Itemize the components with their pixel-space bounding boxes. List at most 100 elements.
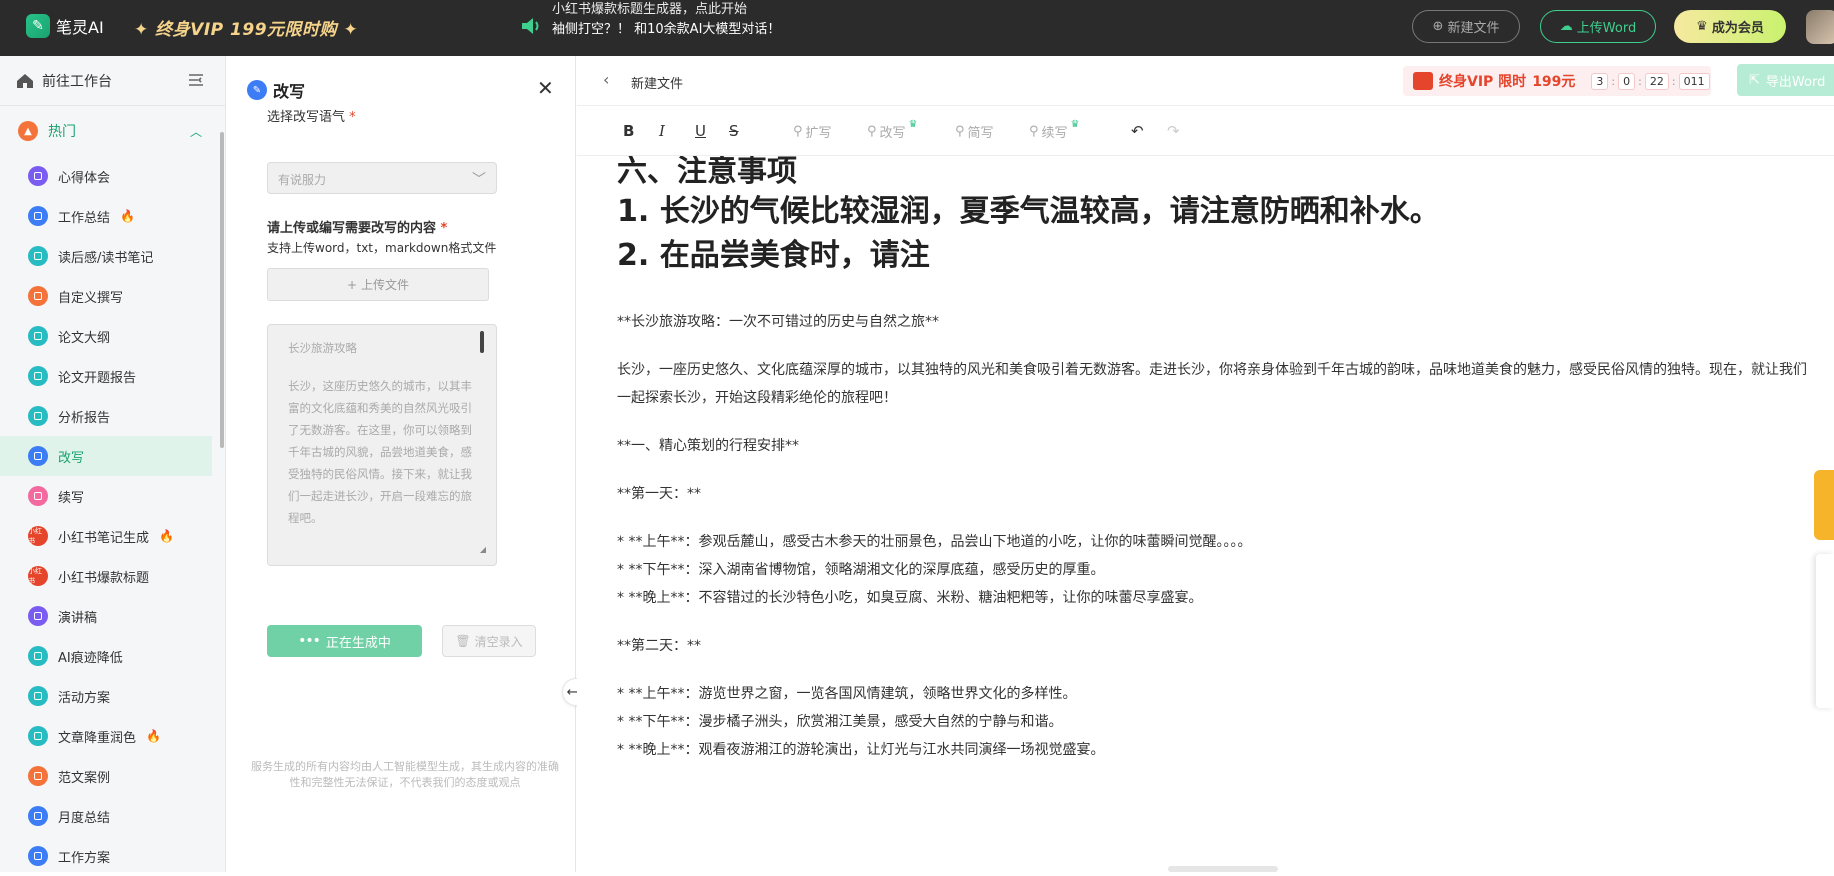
avatar[interactable]	[1806, 10, 1834, 44]
generating-label: 正在生成中	[325, 635, 391, 651]
horizontal-scrollbar[interactable]	[1168, 866, 1278, 872]
category-hot[interactable]: ▲ 热门 ︿	[0, 106, 225, 156]
paragraph: * **下午**：深入湖南省博物馆，领略湖湘文化的深厚底蕴，感受历史的厚重。	[617, 562, 1105, 578]
sidebar-item[interactable]: 续写	[0, 476, 225, 516]
export-word-label: 导出Word	[1765, 74, 1826, 90]
home-icon	[17, 73, 33, 88]
announcement-line-2: 袖侧打空？！ 和10余款AI大模型对话！	[552, 22, 781, 37]
back-icon[interactable]: ‹	[603, 70, 609, 89]
underline-button[interactable]: U	[695, 122, 706, 140]
paragraph: **第一天：**	[617, 486, 701, 502]
tool-icon	[28, 166, 48, 186]
paragraph: * **晚上**：不容错过的长沙特色小吃，如臭豆腐、米粉、糖油粑粑等，让你的味蕾…	[617, 590, 1203, 606]
editor-toolbar: B I U S ⚲ 扩写 ⚲ 改写 ♛ ⚲ 简写 ⚲ 续写 ♛ ↶ ↷	[577, 106, 1834, 156]
sidebar-item-label: 论文大纲	[58, 330, 111, 346]
upload-file-label: 上传文件	[361, 278, 410, 292]
strikethrough-button[interactable]: S	[729, 122, 739, 140]
upload-word-button[interactable]: ☁ 上传Word	[1540, 10, 1656, 43]
new-file-button[interactable]: ⊕ 新建文件	[1412, 10, 1520, 43]
new-file-label: 新建文件	[1447, 21, 1500, 36]
sidebar-item[interactable]: 小红书 小红书笔记生成 🔥	[0, 516, 225, 556]
content-textarea[interactable]: 长沙旅游攻略 长沙，这座历史悠久的城市，以其丰富的文化底蕴和秀美的自然风光吸引了…	[267, 324, 497, 566]
sidebar-item-label: 小红书爆款标题	[58, 570, 150, 586]
hot-icon: ▲	[18, 121, 38, 141]
undo-icon[interactable]: ↶	[1131, 122, 1144, 140]
disclaimer: 服务生成的所有内容均由人工智能模型生成，其生成内容的准确性和完整性无法保证，不代…	[251, 760, 559, 789]
generating-button[interactable]: ••• 正在生成中	[267, 625, 422, 657]
sidebar-item[interactable]: 文章降重润色 🔥	[0, 716, 225, 756]
sidebar-item[interactable]: 工作总结 🔥	[0, 196, 225, 236]
close-icon[interactable]: ✕	[537, 76, 554, 100]
sidebar-item[interactable]: 活动方案	[0, 676, 225, 716]
sidebar-item[interactable]: 范文案例	[0, 756, 225, 796]
loading-icon: •••	[298, 633, 321, 649]
vip-promo[interactable]: 终身VIP 限时 199元 3: 0: 22: 011	[1403, 66, 1711, 96]
countdown-timer: 3: 0: 22: 011	[1591, 72, 1710, 90]
tool-icon	[28, 806, 48, 826]
section-heading: 六、注意事项	[617, 156, 797, 189]
expand-label: 扩写	[805, 126, 832, 141]
become-member-label: 成为会员	[1711, 21, 1764, 36]
become-member-button[interactable]: ♛ 成为会员	[1674, 10, 1786, 43]
sidebar-item[interactable]: 演讲稿	[0, 596, 225, 636]
tool-icon	[28, 726, 48, 746]
sidebar-item[interactable]: 月度总结	[0, 796, 225, 836]
logo[interactable]: ✎ 笔灵AI	[26, 14, 104, 38]
paragraph: **第二天：**	[617, 638, 701, 654]
rewrite-icon: ✎	[247, 80, 267, 100]
textarea-scrollbar[interactable]	[480, 331, 484, 353]
plus-icon: +	[346, 277, 358, 292]
sidebar-item[interactable]: 分析报告	[0, 396, 225, 436]
expand-button[interactable]: ⚲ 扩写	[793, 122, 832, 141]
clear-input-button[interactable]: 🗑 清空录入	[442, 625, 536, 657]
rewrite-panel: ✎ 改写 ✕ 选择改写语气 * 有说服力 ﹀ 请上传或编写需要改写的内容 * 支…	[227, 56, 576, 872]
go-workspace[interactable]: 前往工作台	[0, 56, 225, 106]
paragraph: 长沙，一座历史悠久、文化底蕴深厚的城市，以其独特的风光和美食吸引着无数游客。走进…	[617, 362, 1807, 406]
sidebar-item[interactable]: 工作方案	[0, 836, 225, 876]
sidebar-item[interactable]: 论文开题报告	[0, 356, 225, 396]
flame-icon: 🔥	[120, 209, 135, 223]
sidebar-item[interactable]: 心得体会	[0, 156, 225, 196]
tool-icon	[28, 606, 48, 626]
sidebar-item-label: 活动方案	[58, 690, 111, 706]
paragraph: * **上午**：游览世界之窗，一览各国风情建筑，领略世界文化的多样性。	[617, 686, 1077, 702]
tool-icon	[28, 366, 48, 386]
announcement[interactable]: 小红书爆款标题生成器，点此开始 袖侧打空？！ 和10余款AI大模型对话！	[552, 2, 812, 40]
sidebar-item[interactable]: 自定义撰写	[0, 276, 225, 316]
tool-icon: 小红书	[28, 566, 48, 586]
italic-button[interactable]: I	[659, 122, 665, 140]
sidebar-item[interactable]: AI痕迹降低	[0, 636, 225, 676]
sidebar-item[interactable]: 小红书 小红书爆款标题	[0, 556, 225, 596]
floating-tools[interactable]	[1816, 554, 1834, 708]
category-hot-label: 热门	[48, 124, 76, 140]
sidebar-item-label: 改写	[58, 450, 85, 466]
sidebar-item-label: 心得体会	[58, 170, 111, 186]
crown-icon: ♛	[1070, 119, 1080, 130]
sparkle-icon: ✦	[343, 20, 359, 40]
tool-icon	[28, 206, 48, 226]
export-word-button[interactable]: ⇱ 导出Word	[1737, 64, 1834, 96]
tone-label-text: 选择改写语气	[267, 110, 346, 125]
floating-promo[interactable]	[1814, 470, 1834, 540]
continue-button[interactable]: ⚲ 续写 ♛	[1029, 119, 1080, 141]
chevron-down-icon: ﹀	[472, 172, 486, 188]
file-title[interactable]: 新建文件	[631, 73, 683, 92]
sidebar-item[interactable]: 读后感/读书笔记	[0, 236, 225, 276]
panel-title: ✎ 改写	[247, 78, 305, 102]
rewrite-tool-button[interactable]: ⚲ 改写 ♛	[867, 119, 918, 141]
promo-text: 终身VIP 限时	[1439, 74, 1527, 90]
timer-minutes: 22	[1644, 72, 1669, 90]
resize-grip-icon[interactable]: ◢	[480, 539, 486, 561]
sidebar-item[interactable]: 改写	[0, 436, 212, 476]
redo-icon[interactable]: ↷	[1167, 122, 1180, 140]
bold-button[interactable]: B	[623, 122, 634, 140]
shorten-button[interactable]: ⚲ 简写	[955, 122, 994, 141]
tone-select[interactable]: 有说服力 ﹀	[267, 162, 497, 194]
sidebar-scrollbar[interactable]	[220, 132, 224, 448]
document-content[interactable]: 六、注意事项 1. 长沙的气候比较湿润，夏季气温较高，请注意防晒和补水。 2. …	[617, 156, 1817, 872]
menu-collapse-icon[interactable]	[188, 73, 204, 87]
sidebar-item[interactable]: 论文大纲	[0, 316, 225, 356]
vip-banner[interactable]: ✦ 终身VIP 199元限时购 ✦	[134, 15, 358, 40]
content-label: 请上传或编写需要改写的内容 *	[267, 217, 447, 236]
upload-file-button[interactable]: + 上传文件	[267, 268, 489, 301]
